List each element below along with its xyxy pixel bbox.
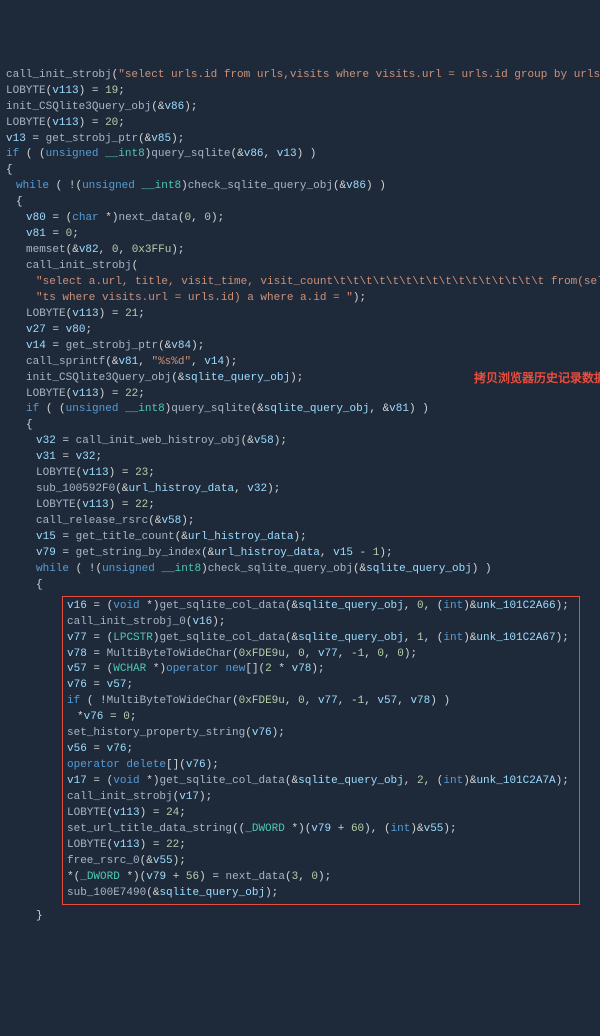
code-line: set_url_title_data_string((_DWORD *)(v79… (67, 822, 575, 838)
code-line: v32 = call_init_web_histroy_obj(&v58); (6, 434, 594, 450)
code-line: v16 = (void *)get_sqlite_col_data(&sqlit… (67, 599, 575, 615)
code-line: call_release_rsrc(&v58); (6, 514, 594, 530)
code-line: if ( (unsigned __int8)query_sqlite(&sqli… (6, 402, 594, 418)
code-line: LOBYTE(v113) = 23; (6, 466, 594, 482)
code-line: LOBYTE(v113) = 19; (6, 84, 594, 100)
code-line: v77 = (LPCSTR)get_sqlite_col_data(&sqlit… (67, 631, 575, 647)
code-line: operator delete[](v76); (67, 758, 575, 774)
code-line: set_history_property_string(v76); (67, 726, 575, 742)
code-line: v17 = (void *)get_sqlite_col_data(&sqlit… (67, 774, 575, 790)
code-line: *(_DWORD *)(v79 + 56) = next_data(3, 0); (67, 870, 575, 886)
code-line: memset(&v82, 0, 0x3FFu); (6, 243, 594, 259)
code-viewer: call_init_strobj("select urls.id from ur… (6, 68, 594, 925)
code-line: v78 = MultiByteToWideChar(0xFDE9u, 0, v7… (67, 647, 575, 663)
code-line: *v76 = 0; (67, 710, 575, 726)
code-line: if ( !MultiByteToWideChar(0xFDE9u, 0, v7… (67, 694, 575, 710)
code-line: call_init_strobj( (6, 259, 594, 275)
code-line: v56 = v76; (67, 742, 575, 758)
code-line: call_init_strobj_0(v16); (67, 615, 575, 631)
code-line: { (6, 418, 594, 434)
code-line: LOBYTE(v113) = 22; (6, 387, 594, 403)
code-line: init_CSQlite3Query_obj(&v86); (6, 100, 594, 116)
code-line: sub_100E7490(&sqlite_query_obj); (67, 886, 575, 902)
code-line: while ( !(unsigned __int8)check_sqlite_q… (6, 562, 594, 578)
code-line: call_init_strobj(v17); (67, 790, 575, 806)
code-line: call_sprintf(&v81, "%s%d", v14); (6, 355, 594, 371)
code-line: LOBYTE(v113) = 22; (67, 838, 575, 854)
code-line: v79 = get_string_by_index(&url_histroy_d… (6, 546, 594, 562)
code-line: LOBYTE(v113) = 20; (6, 116, 594, 132)
code-line: call_init_strobj("select urls.id from ur… (6, 68, 594, 84)
code-line: if ( (unsigned __int8)query_sqlite(&v86,… (6, 147, 594, 163)
code-line: v81 = 0; (6, 227, 594, 243)
code-line: LOBYTE(v113) = 24; (67, 806, 575, 822)
code-line: v76 = v57; (67, 678, 575, 694)
code-line: "select a.url, title, visit_time, visit_… (6, 275, 594, 291)
annotation-label: 拷贝浏览器历史记录数据 (474, 370, 600, 387)
code-line: { (6, 163, 594, 179)
code-line: v80 = (char *)next_data(0, 0); (6, 211, 594, 227)
code-line: v27 = v80; (6, 323, 594, 339)
code-line: LOBYTE(v113) = 21; (6, 307, 594, 323)
highlighted-code-block: v16 = (void *)get_sqlite_col_data(&sqlit… (62, 596, 580, 905)
code-line: "ts where visits.url = urls.id) a where … (6, 291, 594, 307)
code-line: v14 = get_strobj_ptr(&v84); (6, 339, 594, 355)
code-line: sub_100592F0(&url_histroy_data, v32); (6, 482, 594, 498)
code-line: } (6, 909, 594, 925)
code-line: { (6, 578, 594, 594)
code-line: LOBYTE(v113) = 22; (6, 498, 594, 514)
code-line: v13 = get_strobj_ptr(&v85); (6, 132, 594, 148)
code-line: v15 = get_title_count(&url_histroy_data)… (6, 530, 594, 546)
code-line: while ( !(unsigned __int8)check_sqlite_q… (6, 179, 594, 195)
code-line: free_rsrc_0(&v55); (67, 854, 575, 870)
code-line: v31 = v32; (6, 450, 594, 466)
code-line: { (6, 195, 594, 211)
code-line: v57 = (WCHAR *)operator new[](2 * v78); (67, 662, 575, 678)
